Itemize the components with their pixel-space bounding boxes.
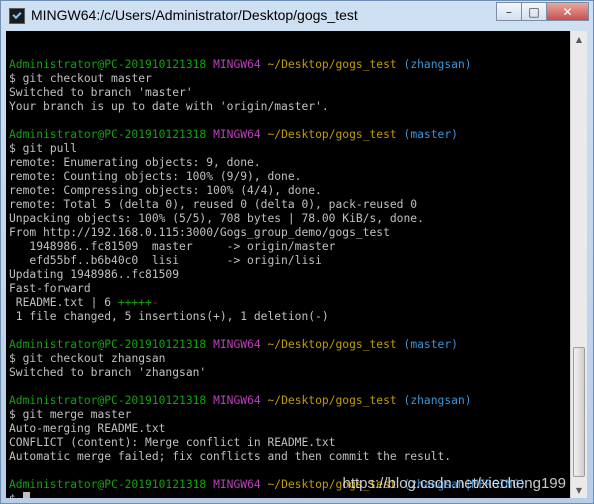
output-text: remote: Compressing objects: 100% (4/4),… [9, 184, 322, 197]
output-line: remote: Compressing objects: 100% (4/4),… [9, 184, 526, 198]
output-text: CONFLICT (content): Merge conflict in RE… [9, 436, 336, 449]
terminal-window: MINGW64:/c/Users/Administrator/Desktop/g… [0, 0, 594, 504]
prompt-path: ~/Desktop/gogs_test [267, 338, 397, 351]
prompt-path: ~/Desktop/gogs_test [267, 58, 397, 71]
output-line: Switched to branch 'master' [9, 86, 526, 100]
terminal-lines: Administrator@PC-201910121318 MINGW64 ~/… [9, 44, 526, 498]
maximize-button[interactable]: □ [521, 2, 547, 21]
diffstat-deletions: - [151, 296, 159, 309]
prompt-line: Administrator@PC-201910121318 MINGW64 ~/… [9, 338, 526, 352]
output-line: 1948986..fc81509 master -> origin/master [9, 240, 526, 254]
output-line: Switched to branch 'zhangsan' [9, 366, 526, 380]
diffstat-insertions: +++++ [117, 296, 152, 309]
command-text: git checkout zhangsan [22, 352, 166, 365]
prompt-symbol: $ [9, 72, 16, 85]
prompt-system: MINGW64 [213, 58, 261, 71]
summary-line: 1 file changed, 5 insertions(+), 1 delet… [9, 310, 526, 324]
output-text: Switched to branch 'master' [9, 86, 193, 99]
output-text: 1948986..fc81509 master -> origin/master [9, 240, 336, 253]
terminal-icon [9, 8, 25, 24]
output-line: Automatic merge failed; fix conflicts an… [9, 450, 526, 464]
output-text: remote: Enumerating objects: 9, done. [9, 156, 261, 169]
output-text: From http://192.168.0.115:3000/Gogs_grou… [9, 226, 390, 239]
output-text: Your branch is up to date with 'origin/m… [9, 100, 329, 113]
prompt-branch: (zhangsan) [403, 58, 472, 71]
output-line: CONFLICT (content): Merge conflict in RE… [9, 436, 526, 450]
prompt-user: Administrator@PC-201910121318 [9, 394, 207, 407]
output-line: Unpacking objects: 100% (5/5), 708 bytes… [9, 212, 526, 226]
prompt-branch: (master) [403, 128, 458, 141]
minimize-button[interactable]: – [496, 2, 522, 21]
window-controls: – □ ✕ [496, 2, 589, 22]
diffstat-line: README.txt | 6 +++++- [9, 296, 526, 310]
command-text: git checkout master [22, 72, 152, 85]
prompt-symbol: $ [9, 142, 16, 155]
diffstat-file: README.txt | 6 [9, 296, 118, 309]
command-text: git pull [22, 142, 78, 155]
command-line: $ git merge master [9, 408, 526, 422]
output-text: Fast-forward [9, 282, 91, 295]
close-button[interactable]: ✕ [546, 2, 589, 21]
prompt-system: MINGW64 [213, 478, 261, 491]
watermark: https://blog.csdn.net/xiecheng199 [342, 475, 567, 492]
title-bar[interactable]: MINGW64:/c/Users/Administrator/Desktop/g… [1, 1, 593, 31]
diffstat-summary: 1 file changed, 5 insertions(+), 1 delet… [9, 310, 329, 323]
command-text: git merge master [22, 408, 132, 421]
prompt-line: Administrator@PC-201910121318 MINGW64 ~/… [9, 394, 526, 408]
output-line: From http://192.168.0.115:3000/Gogs_grou… [9, 226, 526, 240]
output-line: Auto-merging README.txt [9, 422, 526, 436]
scrollbar-thumb[interactable] [573, 347, 585, 477]
output-text: Switched to branch 'zhangsan' [9, 366, 207, 379]
output-text: Auto-merging README.txt [9, 422, 166, 435]
scroll-up-icon[interactable]: ▲ [571, 31, 587, 47]
command-line: $ [9, 492, 526, 498]
prompt-branch: (master) [403, 338, 458, 351]
prompt-path: ~/Desktop/gogs_test [267, 128, 397, 141]
output-line: Your branch is up to date with 'origin/m… [9, 100, 526, 114]
command-line: $ git checkout master [9, 72, 526, 86]
prompt-system: MINGW64 [213, 338, 261, 351]
output-line: remote: Counting objects: 100% (9/9), do… [9, 170, 526, 184]
prompt-user: Administrator@PC-201910121318 [9, 478, 207, 491]
output-text: efd55bf..b6b40c0 lisi -> origin/lisi [9, 254, 322, 267]
prompt-user: Administrator@PC-201910121318 [9, 58, 207, 71]
prompt-user: Administrator@PC-201910121318 [9, 128, 207, 141]
window-title: MINGW64:/c/Users/Administrator/Desktop/g… [31, 7, 358, 23]
command-line: $ git pull [9, 142, 526, 156]
output-line: Updating 1948986..fc81509 [9, 268, 526, 282]
output-line: remote: Enumerating objects: 9, done. [9, 156, 526, 170]
output-line: remote: Total 5 (delta 0), reused 0 (del… [9, 198, 526, 212]
prompt-system: MINGW64 [213, 128, 261, 141]
prompt-symbol: $ [9, 352, 16, 365]
output-text: remote: Counting objects: 100% (9/9), do… [9, 170, 302, 183]
terminal-output[interactable]: Administrator@PC-201910121318 MINGW64 ~/… [6, 31, 570, 498]
vertical-scrollbar[interactable]: ▲ ▼ [570, 31, 587, 498]
prompt-line: Administrator@PC-201910121318 MINGW64 ~/… [9, 58, 526, 72]
output-line: efd55bf..b6b40c0 lisi -> origin/lisi [9, 254, 526, 268]
output-text: Automatic merge failed; fix conflicts an… [9, 450, 452, 463]
text-cursor [22, 492, 30, 498]
prompt-branch: (zhangsan) [403, 394, 472, 407]
prompt-system: MINGW64 [213, 394, 261, 407]
prompt-user: Administrator@PC-201910121318 [9, 338, 207, 351]
output-text: Unpacking objects: 100% (5/5), 708 bytes… [9, 212, 424, 225]
scroll-down-icon[interactable]: ▼ [571, 482, 587, 498]
prompt-line: Administrator@PC-201910121318 MINGW64 ~/… [9, 128, 526, 142]
prompt-symbol: $ [9, 408, 16, 421]
prompt-path: ~/Desktop/gogs_test [267, 394, 397, 407]
output-text: Updating 1948986..fc81509 [9, 268, 180, 281]
prompt-symbol: $ [9, 493, 16, 498]
output-line: Fast-forward [9, 282, 526, 296]
output-text: remote: Total 5 (delta 0), reused 0 (del… [9, 198, 418, 211]
command-line: $ git checkout zhangsan [9, 352, 526, 366]
